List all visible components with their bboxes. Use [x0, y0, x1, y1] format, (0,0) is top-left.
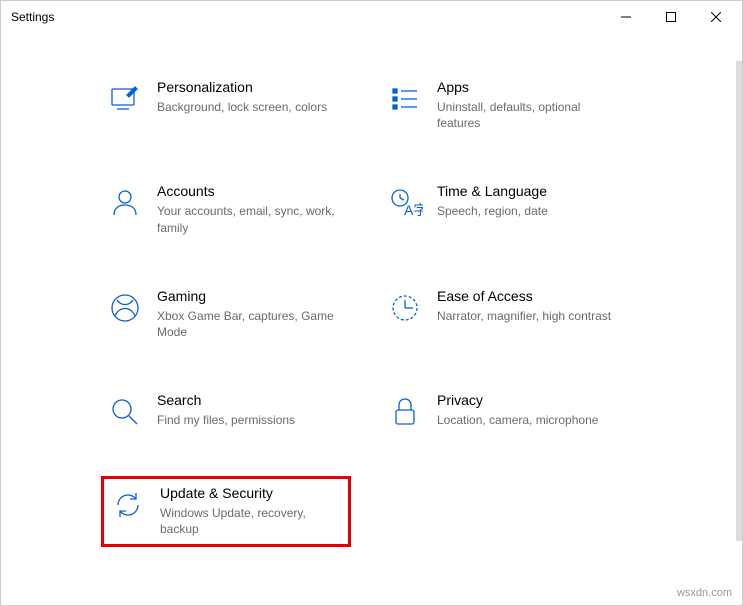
tile-desc: Windows Update, recovery, backup — [160, 505, 342, 537]
tile-title: Apps — [437, 79, 625, 95]
svg-text:A字: A字 — [404, 202, 423, 218]
tile-text: Update & Security Windows Update, recove… — [160, 485, 342, 537]
tile-update-security[interactable]: Update & Security Windows Update, recove… — [101, 476, 351, 546]
privacy-icon — [387, 394, 423, 430]
tile-desc: Location, camera, microphone — [437, 412, 625, 428]
tile-title: Gaming — [157, 288, 345, 304]
tile-desc: Xbox Game Bar, captures, Game Mode — [157, 308, 345, 340]
time-language-icon: A字 — [387, 185, 423, 221]
settings-window: Settings Personalization Background, loc… — [0, 0, 743, 606]
tile-search[interactable]: Search Find my files, permissions — [101, 386, 351, 436]
watermark: wsxdn.com — [677, 587, 732, 599]
tile-text: Apps Uninstall, defaults, optional featu… — [437, 79, 625, 131]
tile-title: Privacy — [437, 392, 625, 408]
search-icon — [107, 394, 143, 430]
tile-desc: Background, lock screen, colors — [157, 99, 345, 115]
tile-accounts[interactable]: Accounts Your accounts, email, sync, wor… — [101, 177, 351, 241]
scrollbar[interactable] — [736, 61, 742, 541]
tile-title: Time & Language — [437, 183, 625, 199]
tile-desc: Find my files, permissions — [157, 412, 345, 428]
tile-text: Gaming Xbox Game Bar, captures, Game Mod… — [157, 288, 345, 340]
tile-title: Personalization — [157, 79, 345, 95]
tile-title: Accounts — [157, 183, 345, 199]
tile-text: Accounts Your accounts, email, sync, wor… — [157, 183, 345, 235]
tile-text: Personalization Background, lock screen,… — [157, 79, 345, 115]
tile-text: Search Find my files, permissions — [157, 392, 345, 428]
tile-time-language[interactable]: A字 Time & Language Speech, region, date — [381, 177, 631, 241]
tile-text: Time & Language Speech, region, date — [437, 183, 625, 219]
tile-desc: Uninstall, defaults, optional features — [437, 99, 625, 131]
close-button[interactable] — [693, 2, 738, 32]
settings-content: Personalization Background, lock screen,… — [1, 33, 742, 605]
tile-personalization[interactable]: Personalization Background, lock screen,… — [101, 73, 351, 137]
category-grid: Personalization Background, lock screen,… — [101, 73, 662, 547]
maximize-button[interactable] — [648, 2, 693, 32]
tile-text: Ease of Access Narrator, magnifier, high… — [437, 288, 625, 324]
tile-title: Search — [157, 392, 345, 408]
tile-desc: Speech, region, date — [437, 203, 625, 219]
window-controls — [603, 2, 738, 32]
gaming-icon — [107, 290, 143, 326]
tile-title: Ease of Access — [437, 288, 625, 304]
tile-desc: Your accounts, email, sync, work, family — [157, 203, 345, 235]
tile-privacy[interactable]: Privacy Location, camera, microphone — [381, 386, 631, 436]
titlebar: Settings — [1, 1, 742, 33]
tile-title: Update & Security — [160, 485, 342, 501]
accounts-icon — [107, 185, 143, 221]
update-security-icon — [110, 487, 146, 523]
window-title: Settings — [11, 10, 603, 24]
apps-icon — [387, 81, 423, 117]
minimize-button[interactable] — [603, 2, 648, 32]
tile-apps[interactable]: Apps Uninstall, defaults, optional featu… — [381, 73, 631, 137]
tile-text: Privacy Location, camera, microphone — [437, 392, 625, 428]
personalization-icon — [107, 81, 143, 117]
tile-desc: Narrator, magnifier, high contrast — [437, 308, 625, 324]
ease-of-access-icon — [387, 290, 423, 326]
tile-gaming[interactable]: Gaming Xbox Game Bar, captures, Game Mod… — [101, 282, 351, 346]
tile-ease-of-access[interactable]: Ease of Access Narrator, magnifier, high… — [381, 282, 631, 346]
